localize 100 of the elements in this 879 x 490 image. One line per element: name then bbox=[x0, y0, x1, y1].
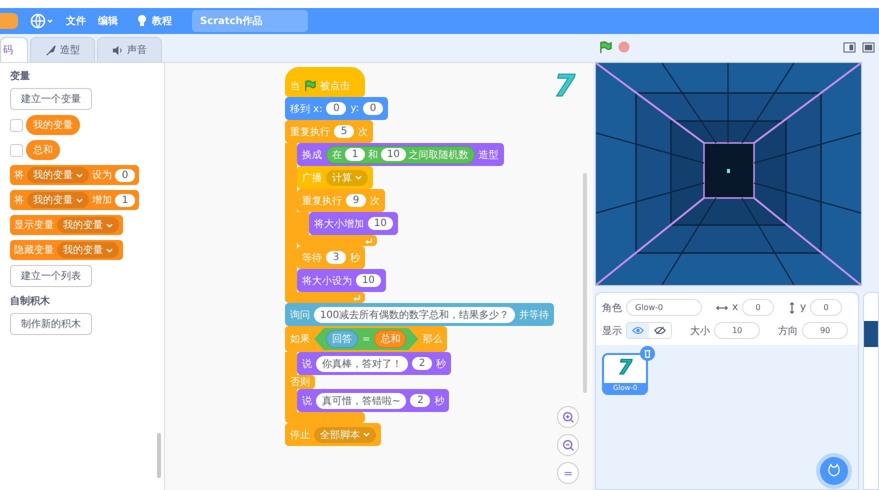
block-label: 和 bbox=[368, 148, 378, 162]
block-input[interactable]: 1 bbox=[345, 148, 365, 161]
code-block[interactable]: 重复执行 9 次 将大小增加 10 bbox=[297, 189, 398, 246]
editor-tab[interactable]: 码 bbox=[0, 37, 28, 62]
palette-button[interactable]: 制作新的积木 bbox=[10, 313, 92, 335]
palette-button[interactable]: 建立一个列表 bbox=[10, 265, 92, 287]
stage-thumbnail[interactable] bbox=[864, 321, 878, 347]
block-input[interactable]: 2 bbox=[410, 394, 430, 407]
show-sprite-button[interactable] bbox=[627, 323, 650, 338]
vertical-arrows-icon bbox=[788, 302, 796, 314]
block-label: 次 bbox=[358, 126, 368, 138]
block-input[interactable]: 0 bbox=[326, 102, 346, 115]
code-block[interactable]: 询问 100减去所有偶数的数字总和，结果多少？ 并等待 bbox=[285, 303, 554, 326]
block-label: 回答 bbox=[332, 333, 352, 346]
caret-icon bbox=[363, 432, 370, 437]
flag-icon[interactable] bbox=[599, 40, 612, 54]
block-label: 说 bbox=[302, 394, 312, 408]
block-label: 将 bbox=[14, 194, 24, 207]
code-block[interactable]: 将大小增加 10 bbox=[309, 212, 398, 235]
small-stage-icon[interactable] bbox=[843, 42, 856, 52]
zoom-out-button[interactable] bbox=[557, 434, 580, 456]
sprite-thumbnail: 7 bbox=[618, 355, 632, 379]
caret-icon bbox=[106, 248, 113, 252]
block-label: 增加 bbox=[92, 194, 112, 207]
block-label: 那么 bbox=[422, 333, 442, 346]
block-label: 显示变量 bbox=[14, 218, 54, 232]
block-label: 否则 bbox=[290, 376, 310, 389]
code-block[interactable]: 说 真可惜，答错啦~ 2 秒 bbox=[297, 389, 450, 412]
block-input[interactable]: 100减去所有偶数的数字总和，结果多少？ bbox=[314, 306, 516, 322]
block-input[interactable]: 0 bbox=[115, 168, 135, 182]
category-heading: 变量 bbox=[10, 69, 30, 83]
code-block[interactable]: 将 我的变量 增加 1 bbox=[10, 190, 139, 210]
stop-icon[interactable] bbox=[618, 41, 630, 53]
speaker-icon bbox=[112, 44, 123, 56]
block-label: 总和 bbox=[380, 332, 400, 346]
eye-slash-icon bbox=[654, 326, 666, 335]
block-label: 如果 bbox=[290, 333, 310, 346]
block-label: 说 bbox=[302, 358, 312, 370]
caret-icon bbox=[76, 198, 83, 202]
block-input[interactable]: 2 bbox=[412, 357, 432, 370]
large-stage-icon[interactable] bbox=[862, 42, 875, 52]
field-label: 方向 bbox=[778, 324, 798, 338]
field-label: 角色 bbox=[602, 302, 622, 314]
x-field[interactable]: 0 bbox=[742, 299, 774, 316]
code-block[interactable]: 移到 x: 0 y: 0 bbox=[285, 97, 388, 120]
caret-icon bbox=[355, 175, 362, 180]
block-input[interactable]: 10 bbox=[368, 217, 393, 230]
code-block[interactable]: 重复执行 5 次 换成 在 1 和 10 之间取随机数 造型 广播 计算 重复执行 9 次 将大小增加 10 等待 3 秒 将大小设为 10 bbox=[285, 120, 504, 303]
trash-icon[interactable] bbox=[640, 346, 656, 361]
zoom-in-button[interactable] bbox=[557, 406, 580, 428]
block-label: 将大小设为 bbox=[302, 274, 352, 288]
block-input[interactable]: 1 bbox=[115, 194, 135, 206]
block-input[interactable]: 9 bbox=[346, 194, 366, 207]
block-input[interactable]: 你真棒，答对了！ bbox=[316, 356, 408, 372]
sprite-name-field[interactable]: Glow-0 bbox=[626, 299, 702, 316]
block-input[interactable]: 10 bbox=[381, 148, 406, 161]
size-field[interactable]: 10 bbox=[714, 322, 760, 339]
reporter-block[interactable]: 在 1 和 10 之间取随机数 bbox=[326, 146, 475, 164]
block-label: 换成 bbox=[302, 148, 322, 162]
block-label: 并等待 bbox=[519, 308, 550, 322]
block-label: 秒 bbox=[350, 252, 360, 264]
caret-icon bbox=[106, 222, 113, 228]
field-label: 显示 bbox=[602, 324, 622, 338]
block-input[interactable]: 5 bbox=[334, 125, 354, 138]
block-input[interactable]: 3 bbox=[326, 251, 346, 264]
block-label: 停止 bbox=[290, 428, 310, 442]
code-block[interactable]: 说 你真棒，答对了！ 2 秒 bbox=[297, 352, 451, 375]
add-sprite-button[interactable] bbox=[820, 457, 848, 485]
block-label: 隐藏变量 bbox=[14, 244, 54, 257]
block-input[interactable]: 0 bbox=[363, 102, 384, 115]
direction-field[interactable]: 90 bbox=[802, 322, 848, 339]
checkbox[interactable] bbox=[10, 118, 23, 132]
block-label: 秒 bbox=[434, 394, 444, 408]
block-input[interactable]: 真可惜，答错啦~ bbox=[316, 392, 406, 408]
block-label: 当 bbox=[290, 80, 300, 92]
zoom-reset-button[interactable]: = bbox=[557, 462, 580, 484]
code-block[interactable]: 将 我的变量 设为 0 bbox=[10, 165, 139, 185]
eye-icon bbox=[632, 326, 644, 335]
loop-arrow-icon bbox=[352, 293, 361, 302]
code-block[interactable]: 换成 在 1 和 10 之间取随机数 造型 bbox=[297, 143, 504, 166]
editor-tab[interactable]: 造型 bbox=[30, 37, 95, 62]
block-label: 设为 bbox=[92, 168, 112, 182]
globe-icon[interactable] bbox=[30, 13, 54, 29]
checkbox[interactable] bbox=[10, 144, 23, 156]
flag-icon bbox=[304, 80, 316, 92]
block-label: 秒 bbox=[436, 358, 446, 370]
y-field[interactable]: 0 bbox=[810, 299, 842, 316]
code-block[interactable]: 如果 回答 = 总和 那么 说 你真棒，答对了！ 2 秒 否则 说 真可惜，答错啦~ 2 秒 bbox=[285, 326, 451, 423]
block-label: 移到 x: bbox=[290, 102, 322, 116]
block-label: 将 bbox=[14, 169, 24, 182]
lightbulb-icon bbox=[136, 14, 148, 28]
block-input[interactable]: 10 bbox=[356, 274, 381, 287]
editor-tab[interactable]: 声音 bbox=[97, 37, 162, 62]
field-label: y bbox=[800, 302, 806, 313]
loop-arrow-icon bbox=[364, 236, 373, 245]
brush-icon bbox=[45, 44, 56, 56]
palette-button[interactable]: 建立一个变量 bbox=[10, 88, 92, 110]
code-block[interactable]: 将大小设为 10 bbox=[297, 269, 386, 292]
block-label: 造型 bbox=[478, 148, 499, 162]
code-block[interactable]: 等待 3 秒 bbox=[297, 246, 365, 269]
